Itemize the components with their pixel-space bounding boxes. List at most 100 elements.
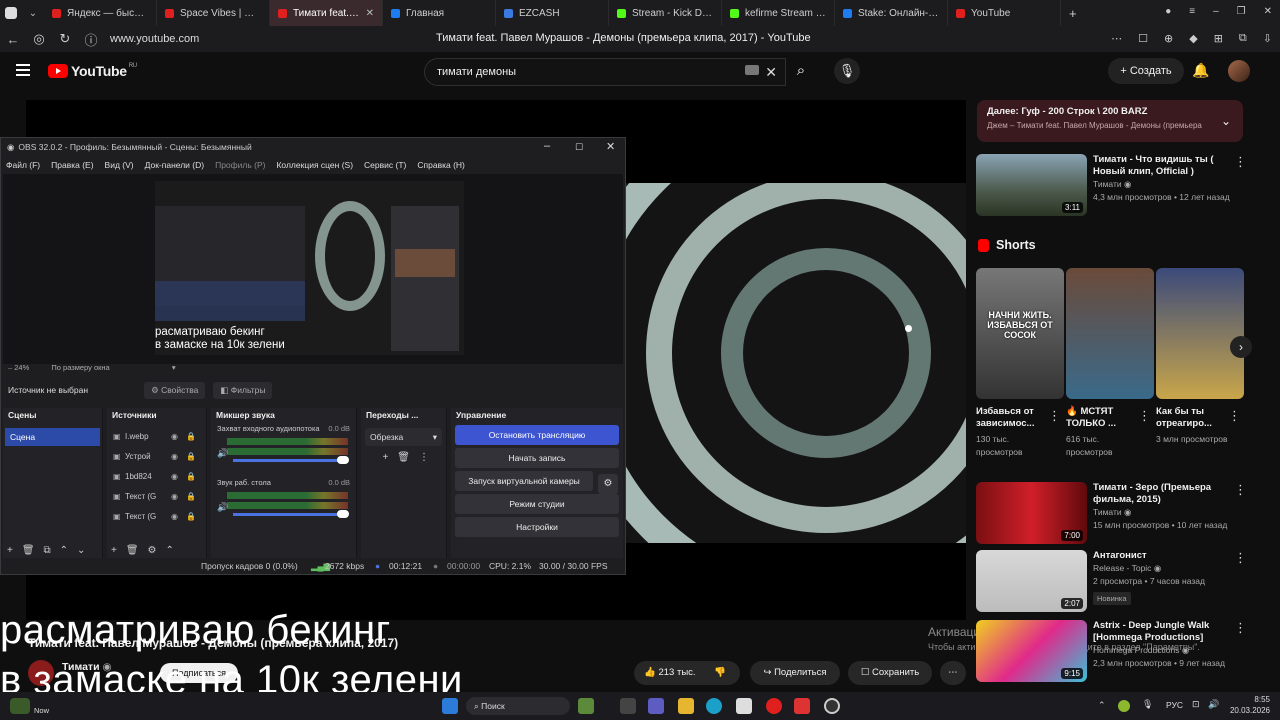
video-thumbnail[interactable]: 9:15 [976,620,1087,682]
short-thumbnail[interactable] [1066,268,1154,399]
more-vert-icon[interactable]: ⋮ [1234,482,1247,498]
lock-icon[interactable]: 🔒 [186,432,196,441]
yandex-browser-icon[interactable] [766,698,782,714]
browser-tab[interactable]: Stream - Kick Dashbo [609,0,722,26]
obs-taskbar-icon[interactable] [824,698,840,714]
speaker-icon[interactable]: 🔊 [217,448,228,459]
obs-control-button[interactable]: Начать запись [455,448,619,468]
network-icon[interactable]: ⊡ [1192,699,1200,710]
related-video[interactable]: 7:00 Тимати - Зеро (Премьера фильма, 2015… [976,482,1252,544]
obs-source-item[interactable]: ▣ Устрой ◉ 🔒 [107,446,206,466]
minimize-icon[interactable]: – [1213,6,1219,17]
obs-control-button[interactable]: Настройки [455,517,619,537]
close-icon[interactable]: ✕ [1264,6,1272,17]
obs-control-button[interactable]: Запуск виртуальной камеры [455,471,593,491]
obs-sources-footer[interactable]: +🗑⚙⌃ [111,545,183,556]
obs-menu-item[interactable]: Сервис (T) [364,160,406,170]
vpn-icon[interactable]: ⊕ [1164,32,1173,45]
visibility-icon[interactable]: ◉ [171,452,178,461]
search-input[interactable]: тимати демоны ✕ [424,58,786,86]
more-actions-button[interactable]: ⋯ [940,661,966,685]
bookmark-icon[interactable]: ☐ [1138,32,1148,45]
more-vert-icon[interactable]: ⋮ [1234,620,1247,636]
obs-menu-item[interactable]: Док-панели (D) [145,160,204,170]
obs-source-item[interactable]: ▣ I.webp ◉ 🔒 [107,426,206,446]
keyboard-icon[interactable] [745,65,759,75]
more-vert-icon[interactable]: ⋮ [1228,408,1241,424]
obs-maximize-icon[interactable]: ☐ [575,142,583,153]
visibility-icon[interactable]: ◉ [171,472,178,481]
start-icon[interactable] [442,698,458,714]
hamburger-menu-icon[interactable] [16,64,30,76]
short-card[interactable]: Как бы ты отреагиро... 3 млн просмотров ⋮ [1156,268,1244,468]
browser-tab[interactable]: kefirme Stream - Wat [722,0,835,26]
obs-menu-item[interactable]: Файл (F) [6,160,40,170]
obs-minimize-icon[interactable]: – [544,140,550,152]
explorer-icon[interactable] [678,698,694,714]
thumbs-down-icon[interactable]: 👎 [714,661,726,685]
video-channel[interactable]: Release - Topic [1093,563,1151,573]
obs-source-item[interactable]: ▣ 1bd824 ◉ 🔒 [107,466,206,486]
profile-icon[interactable]: ● [1165,6,1171,17]
menu-icon[interactable]: ≡ [1189,6,1195,17]
obs-source-item[interactable]: ▣ Текст (G ◉ 🔒 [107,486,206,506]
task-view-icon[interactable] [620,698,636,714]
obs-menu-item[interactable]: Профиль (P) [215,160,265,170]
more-vert-icon[interactable]: ⋮ [1048,408,1061,424]
short-title[interactable]: Избавься от зависимос... [976,406,1048,430]
notifications-icon[interactable]: 🔔 [1192,62,1209,79]
up-next-card[interactable]: Далее: Гуф - 200 Строк \ 200 BARZ Джем –… [977,100,1243,142]
obs-menu-item[interactable]: Вид (V) [105,160,134,170]
obs-control-button[interactable]: Остановить трансляцию [455,425,619,445]
obs-properties-button[interactable]: ⚙ Свойства [144,381,206,399]
edge-icon[interactable] [706,698,722,714]
short-title[interactable]: 🔥 МСТЯТ ТОЛЬКО ... [1066,406,1138,430]
speaker-icon[interactable]: 🔊 [217,502,228,513]
video-title[interactable]: Тимати - Что видишь ты ( Новый клип, Off… [1093,154,1235,178]
close-tab-icon[interactable]: ✕ [366,8,374,19]
extension-icon[interactable]: ◆ [1189,32,1197,45]
video-channel[interactable]: Тимати [1093,179,1122,189]
chevron-down-icon[interactable]: ⌄ [1221,114,1231,128]
youtube-logo[interactable]: YouTube RU [48,63,137,79]
store-icon[interactable] [736,698,752,714]
maximize-icon[interactable]: ❐ [1237,6,1246,17]
obs-source-item[interactable]: ▣ Текст (G ◉ 🔒 [107,506,206,526]
short-card[interactable]: 🔥 МСТЯТ ТОЛЬКО ... 616 тыс. просмотров ⋮ [1066,268,1154,468]
voice-search-button[interactable]: 🎙 [834,58,860,84]
new-tab-button[interactable]: + [1069,6,1077,21]
visibility-icon[interactable]: ◉ [171,512,178,521]
volume-icon[interactable]: 🔊 [1208,699,1219,710]
more-icon[interactable]: ⋯ [1111,32,1122,45]
like-button[interactable]: 👍 213 тыс. 👎 [634,661,740,685]
video-title[interactable]: Astrix - Deep Jungle Walk [Hommega Produ… [1093,620,1235,644]
lock-icon[interactable]: 🔒 [186,472,196,481]
obs-scenes-footer[interactable]: +🗑⧉⌃⌄ [7,545,94,556]
video-channel[interactable]: Тимати [1093,507,1122,517]
tray-mic-icon[interactable]: 🎙 [1142,699,1153,710]
back-icon[interactable]: ← [0,32,26,47]
obs-menu-item[interactable]: Справка (H) [417,160,465,170]
reload-icon[interactable]: ↻ [52,31,78,47]
related-video[interactable]: 2:07 Антагонист Release - Topic ◉ 2 просмот… [976,550,1252,612]
shorts-next-button[interactable]: › [1230,336,1252,358]
protect-icon[interactable]: ◎ [26,31,52,47]
clock[interactable]: 8:55 20.03.2026 [1226,694,1270,716]
obs-zoom-mode[interactable]: По размеру окна [51,363,109,372]
obs-filters-button[interactable]: ◧ Фильтры [213,381,273,399]
url-field[interactable]: www.youtube.com [110,33,330,45]
short-card[interactable]: НАЧНИ ЖИТЬ. ИЗБАВЬСЯ ОТ СОСОК Избавься от… [976,268,1064,468]
save-button[interactable]: ☐ Сохранить [848,661,932,685]
short-thumbnail[interactable] [1156,268,1244,399]
video-title[interactable]: Тимати - Зеро (Премьера фильма, 2015) [1093,482,1235,506]
tray-chevron-icon[interactable]: ⌃ [1098,700,1106,711]
more-vert-icon[interactable]: ⋮ [1234,550,1247,566]
obs-control-button[interactable]: Режим студии [455,494,619,514]
video-channel[interactable]: Hommega Productions [1093,645,1179,655]
lock-icon[interactable]: 🔒 [186,452,196,461]
lock-icon[interactable]: 🔒 [186,512,196,521]
clear-search-icon[interactable]: ✕ [765,64,777,81]
obs-transition-actions[interactable]: +🗑⋮ [361,452,446,463]
short-title[interactable]: Как бы ты отреагиро... [1156,406,1228,430]
obs-scene-item[interactable]: Сцена [5,428,100,446]
